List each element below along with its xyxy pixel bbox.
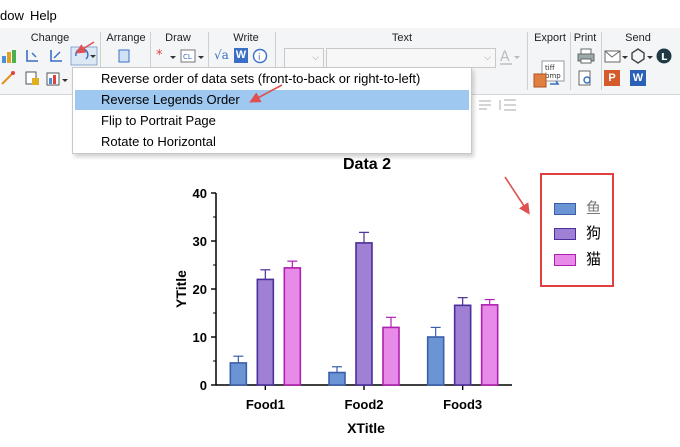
annotation-arrow-menu <box>249 84 283 103</box>
annotation-arrow-legend <box>504 176 530 215</box>
annotation-arrow-ribbon <box>75 41 95 54</box>
annotation-layer <box>75 41 530 215</box>
